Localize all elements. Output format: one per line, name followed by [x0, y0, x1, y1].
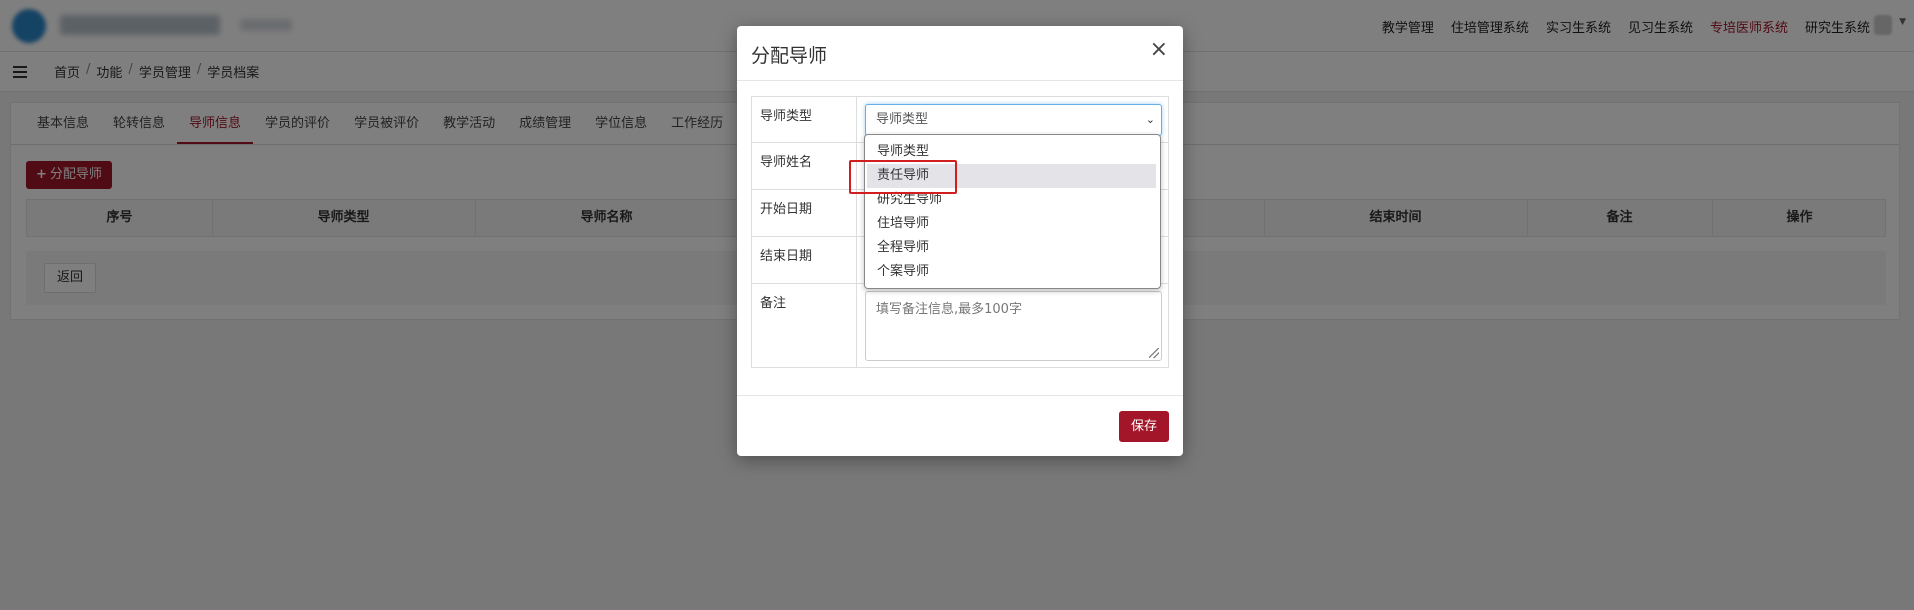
note-placeholder: 填写备注信息,最多100字	[876, 302, 1022, 317]
resize-handle-icon[interactable]	[1149, 348, 1159, 358]
highlight-annotation-box	[849, 160, 957, 194]
form-row-note: 备注 填写备注信息,最多100字	[752, 284, 1168, 367]
end-date-label: 结束日期	[752, 237, 857, 283]
modal-title: 分配导师	[751, 45, 828, 67]
save-button[interactable]: 保存	[1118, 411, 1169, 442]
option-residency-mentor[interactable]: 住培导师	[867, 212, 1156, 236]
chevron-down-icon: ⌄	[1145, 113, 1155, 126]
note-label: 备注	[752, 284, 857, 367]
modal-footer: 保存	[737, 395, 1183, 456]
note-textarea[interactable]: 填写备注信息,最多100字	[865, 291, 1162, 361]
close-icon[interactable]: ×	[1150, 39, 1168, 61]
mentor-type-label: 导师类型	[752, 97, 857, 142]
assign-mentor-dialog: 分配导师 × 导师类型 导师类型 ⌄ 导师姓名 开始日期 结束日期 备注 填写备…	[737, 26, 1183, 456]
start-date-label: 开始日期	[752, 190, 857, 236]
mentor-name-label: 导师姓名	[752, 143, 857, 189]
mentor-type-select[interactable]: 导师类型 ⌄	[865, 104, 1162, 136]
mentor-type-selected-value: 导师类型	[876, 112, 929, 127]
option-case-mentor[interactable]: 个案导师	[867, 260, 1156, 284]
modal-header: 分配导师 ×	[737, 26, 1183, 81]
mentor-type-dropdown: 导师类型 责任导师 研究生导师 住培导师 全程导师 个案导师	[864, 134, 1161, 289]
option-full-course-mentor[interactable]: 全程导师	[867, 236, 1156, 260]
